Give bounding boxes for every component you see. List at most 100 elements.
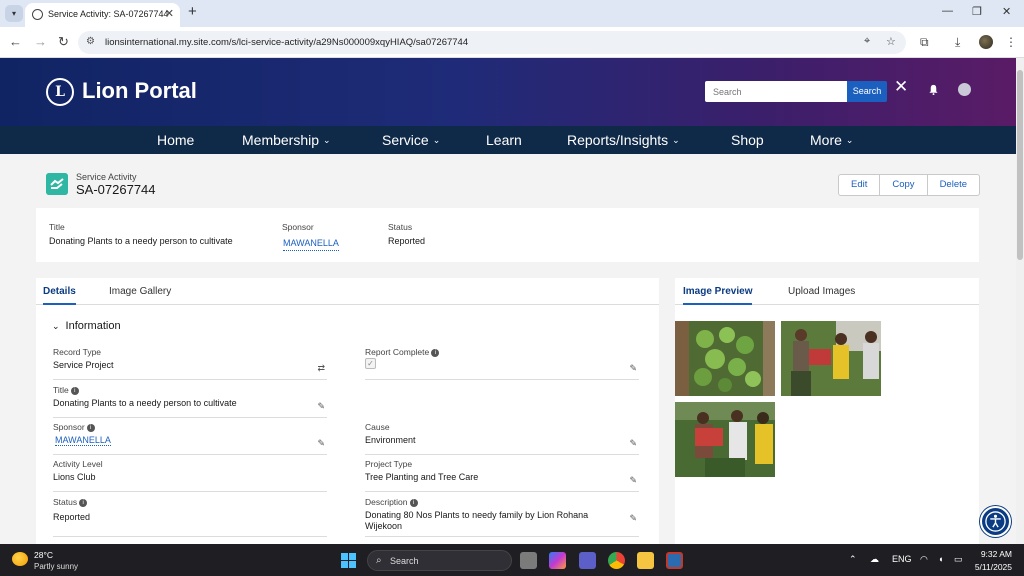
file-explorer-icon[interactable] [637, 552, 654, 569]
field-label: Report Complete i [365, 347, 440, 357]
edit-pencil-icon[interactable]: ✎ [629, 475, 637, 486]
tab-image-preview[interactable]: Image Preview [683, 286, 753, 305]
site-info-icon[interactable]: ⚙ [86, 36, 95, 47]
lions-logo-icon[interactable]: L [46, 78, 74, 106]
nav-service[interactable]: Service ⌄ [382, 132, 440, 148]
clock-time[interactable]: 9:32 AM [979, 549, 1012, 559]
edit-pencil-icon[interactable]: ✎ [629, 438, 637, 449]
edit-button[interactable]: Edit [839, 175, 881, 195]
windows-start-icon[interactable] [341, 553, 356, 568]
onedrive-icon[interactable]: ☁ [870, 554, 879, 565]
new-tab-button[interactable]: + [188, 3, 197, 20]
weather-description[interactable]: Partly sunny [34, 562, 78, 571]
volume-icon[interactable]: ◖ [938, 554, 943, 564]
task-view-icon[interactable] [520, 552, 537, 569]
info-icon[interactable]: i [79, 498, 88, 507]
bookmark-star-icon[interactable]: ☆ [886, 35, 896, 48]
nav-learn[interactable]: Learn [486, 132, 522, 148]
show-hidden-icons-icon[interactable]: ⌃ [849, 554, 857, 565]
taskbar-search[interactable]: ⌕ Search [367, 550, 512, 571]
highlight-sponsor-label: Sponsor [282, 222, 314, 232]
portal-search-button[interactable]: Search [847, 81, 887, 102]
browser-profile-avatar[interactable] [979, 35, 993, 49]
extensions-icon[interactable]: ⧉ [920, 35, 929, 50]
image-card: Image Preview Upload Images [675, 278, 979, 548]
browser-menu-icon[interactable]: ⋮ [1005, 35, 1017, 49]
accessibility-icon[interactable] [980, 506, 1011, 537]
page-scrollbar[interactable] [1016, 58, 1024, 544]
information-section-toggle[interactable]: ⌄ Information [52, 320, 121, 332]
field-value: Donating Plants to a needy person to cul… [53, 398, 237, 408]
scrollbar-thumb[interactable] [1017, 70, 1023, 260]
chrome-icon[interactable] [608, 552, 625, 569]
field-value: Lions Club [53, 472, 96, 482]
edit-pencil-icon[interactable]: ✎ [317, 438, 325, 449]
url-text[interactable]: lionsinternational.my.site.com/s/lci-ser… [105, 37, 468, 48]
user-avatar-icon[interactable] [958, 83, 971, 96]
nav-shop[interactable]: Shop [731, 132, 764, 148]
input-language[interactable]: ENG [892, 554, 912, 564]
url-field[interactable]: ⚙ lionsinternational.my.site.com/s/lci-s… [78, 31, 906, 54]
edit-pencil-icon[interactable]: ✎ [317, 401, 325, 412]
forward-icon[interactable]: → [34, 34, 47, 49]
nav-membership[interactable]: Membership ⌄ [242, 132, 331, 148]
portal-search-input[interactable] [705, 81, 847, 102]
weather-temperature[interactable]: 28°C [34, 550, 53, 560]
info-icon[interactable]: i [86, 423, 95, 432]
nav-reports-insights[interactable]: Reports/Insights ⌄ [567, 132, 680, 148]
edit-pencil-icon[interactable]: ✎ [629, 363, 637, 374]
close-window-icon[interactable]: ✕ [1002, 5, 1011, 18]
browser-tab[interactable]: Service Activity: SA-07267744 ✕ [25, 3, 180, 27]
record-actions: Edit Copy Delete [838, 174, 981, 196]
minimize-icon[interactable]: — [942, 5, 953, 17]
highlight-sponsor-link[interactable]: MAWANELLA [283, 238, 339, 251]
field-report-complete: Report Complete i ✓ ✎ [365, 347, 639, 380]
delete-button[interactable]: Delete [928, 175, 979, 195]
tab-details[interactable]: Details [43, 286, 76, 305]
tab-upload-images[interactable]: Upload Images [788, 286, 855, 297]
edit-pencil-icon[interactable]: ✎ [629, 513, 637, 524]
handover-photo-2-thumbnail[interactable] [675, 402, 775, 477]
info-icon[interactable]: i [70, 386, 79, 395]
snipping-tool-icon[interactable] [666, 552, 683, 569]
nav-home[interactable]: Home [157, 132, 194, 148]
field-cause: Cause Environment ✎ [365, 422, 639, 455]
location-icon[interactable]: ⌖ [864, 35, 870, 48]
copy-button[interactable]: Copy [880, 175, 928, 195]
plants-photo-thumbnail[interactable] [675, 321, 775, 396]
chevron-down-icon: ⌄ [845, 135, 854, 145]
info-icon[interactable]: i [431, 348, 440, 357]
teams-icon[interactable] [579, 552, 596, 569]
chevron-down-icon: ⌄ [432, 135, 441, 145]
close-icon[interactable]: ✕ [894, 77, 908, 97]
tab-search-dropdown[interactable]: ▾ [5, 5, 23, 22]
details-tabs: Details Image Gallery [36, 278, 659, 305]
wifi-icon[interactable]: ◠ [920, 554, 928, 565]
info-icon[interactable]: i [409, 498, 418, 507]
field-label: Record Type [53, 347, 102, 357]
handover-photo-thumbnail[interactable] [781, 321, 881, 396]
clock-date[interactable]: 5/11/2025 [968, 562, 1012, 572]
field-sponsor: Sponsor i MAWANELLA ✎ [53, 422, 327, 455]
section-title: Information [65, 320, 121, 332]
portal-header: L Lion Portal Search ✕ [0, 58, 1016, 126]
tab-image-gallery[interactable]: Image Gallery [109, 286, 171, 297]
battery-icon[interactable]: ▭ [954, 554, 963, 565]
tab-close-icon[interactable]: ✕ [165, 7, 174, 20]
sponsor-link[interactable]: MAWANELLA [55, 435, 111, 446]
address-bar: ← → ↻ ⚙ lionsinternational.my.site.com/s… [0, 27, 1024, 58]
weather-sun-icon[interactable] [12, 552, 28, 566]
restore-icon[interactable]: ❐ [972, 5, 982, 18]
field-label: Cause [365, 422, 390, 432]
reload-icon[interactable]: ↻ [58, 34, 69, 50]
field-label: Status i [53, 497, 88, 507]
download-icon[interactable]: ⤓ [955, 35, 960, 50]
nav-more[interactable]: More ⌄ [810, 132, 853, 148]
bell-icon[interactable] [928, 84, 939, 95]
back-icon[interactable]: ← [9, 34, 22, 49]
portal-logo-text[interactable]: Lion Portal [82, 78, 197, 104]
report-complete-checkbox: ✓ [365, 358, 376, 369]
change-record-type-icon[interactable]: ⇄ [317, 363, 325, 374]
highlight-status-label: Status [388, 222, 413, 232]
copilot-icon[interactable] [549, 552, 566, 569]
